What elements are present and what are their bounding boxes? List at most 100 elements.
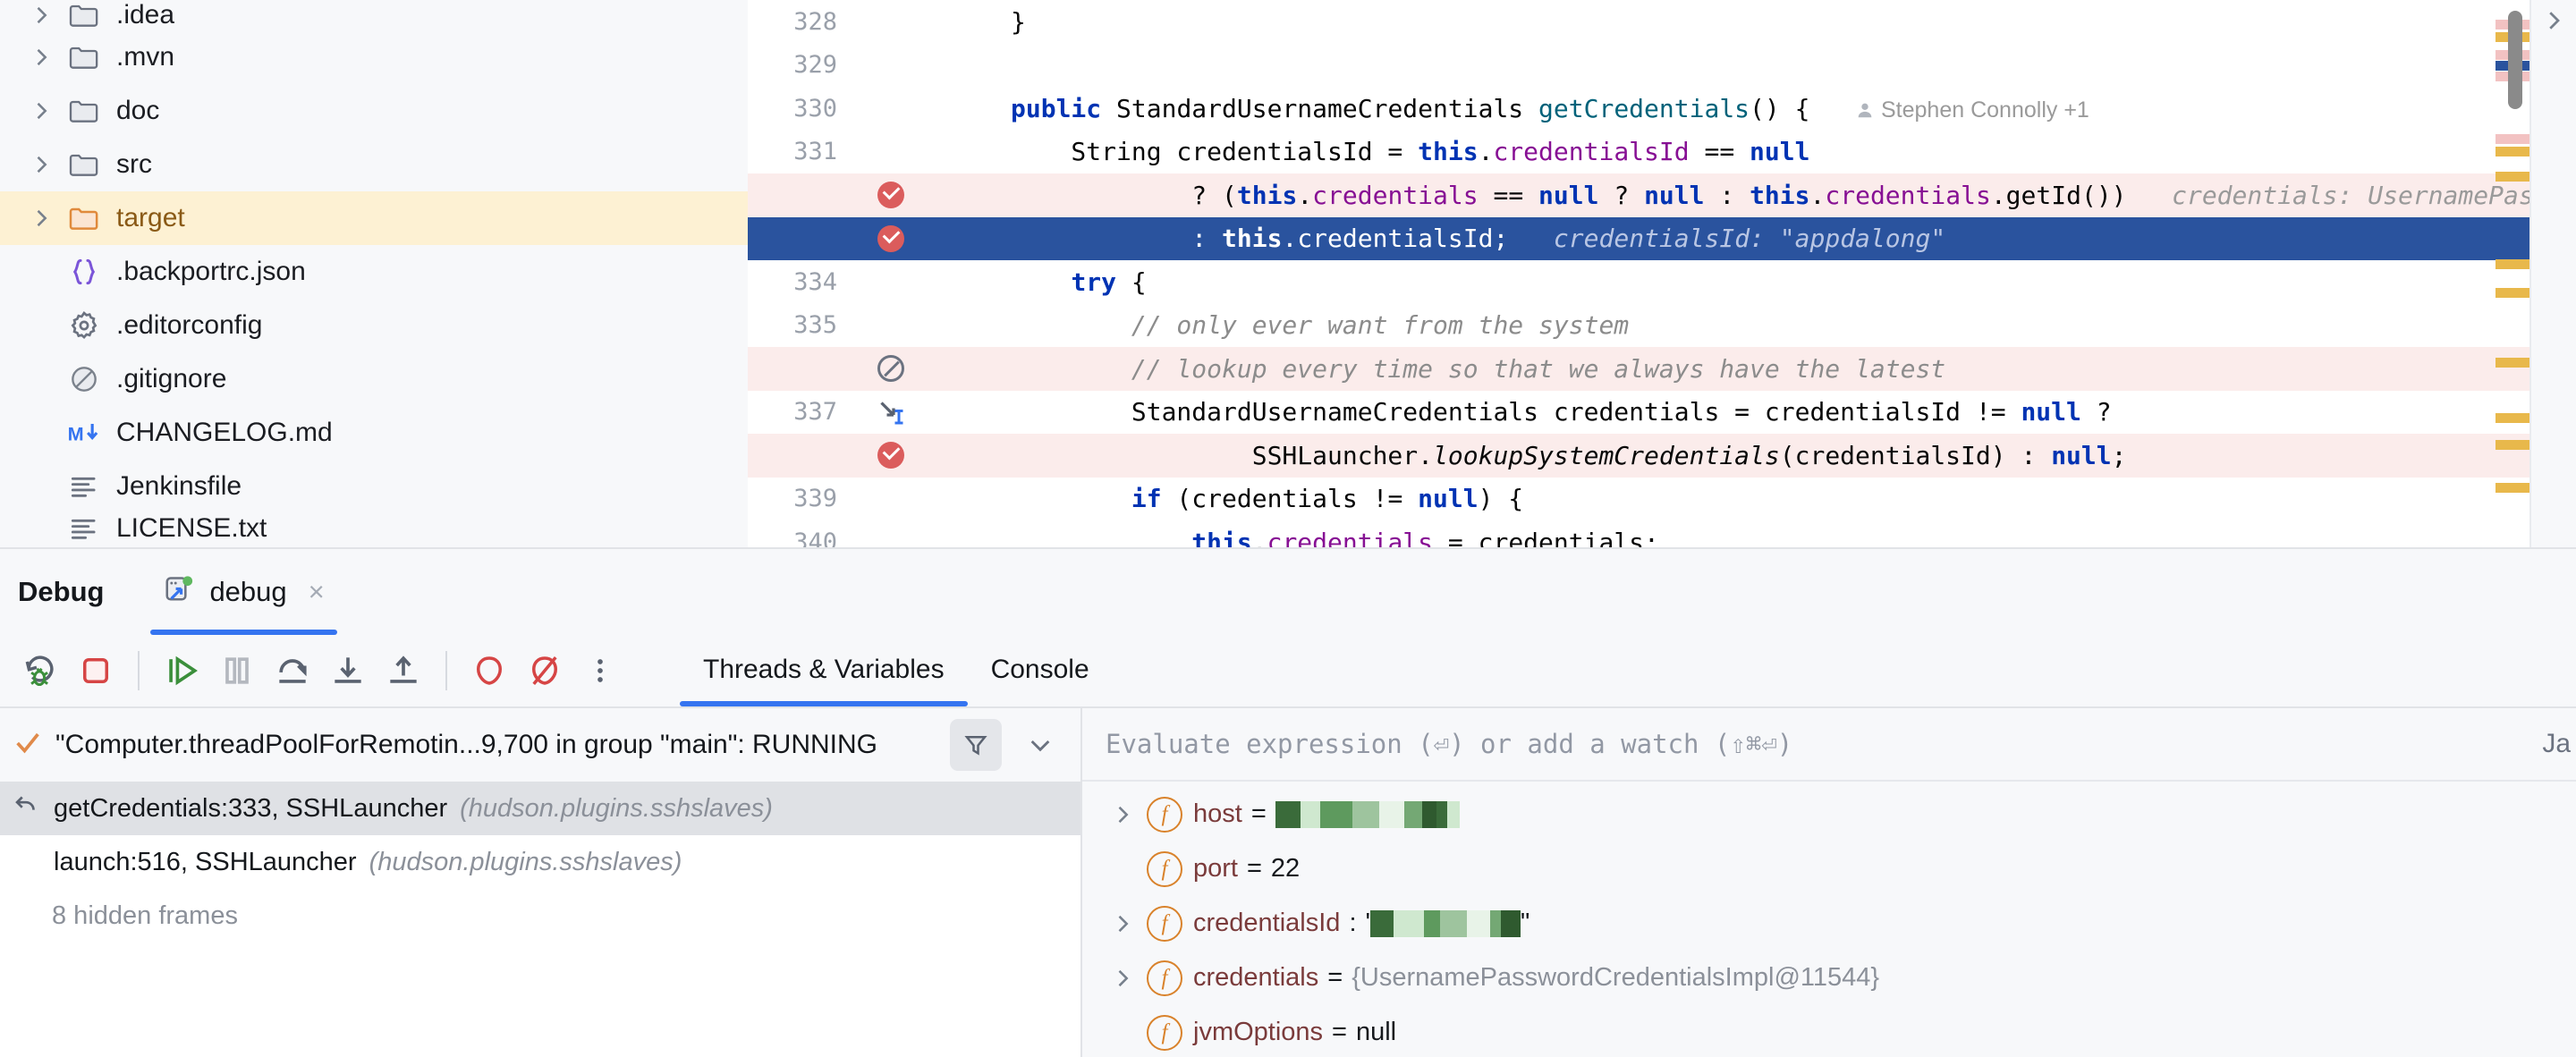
pause-button[interactable] — [209, 643, 265, 698]
editor-line[interactable]: 339 if (credentials != null) { — [748, 478, 2576, 521]
code-editor[interactable]: 328} 329 330 public StandardUsernameCredent… — [748, 0, 2576, 547]
stripe-mark-yellow[interactable] — [2496, 440, 2529, 450]
right-tool-rail[interactable] — [2529, 0, 2576, 547]
view-breakpoints-button[interactable] — [462, 643, 517, 698]
frames-list[interactable]: getCredentials:333, SSHLauncher (hudson.… — [0, 782, 1080, 1057]
variable-row[interactable]: f credentialsId: ' " — [1082, 896, 2576, 951]
stripe-mark-yellow[interactable] — [2496, 358, 2529, 368]
chevron-right-icon[interactable] — [1098, 802, 1147, 827]
chevron-right-icon[interactable] — [23, 3, 59, 28]
editor-line[interactable]: 340 this.credentials = credentials; — [748, 520, 2576, 547]
editor-line[interactable]: 335 // only ever want from the system — [748, 304, 2576, 348]
editor-line[interactable]: 334 try { — [748, 260, 2576, 304]
chevron-right-icon[interactable] — [23, 152, 59, 177]
tree-item-idea[interactable]: .idea — [0, 0, 748, 30]
stripe-mark-yellow[interactable] — [2496, 172, 2529, 182]
editor-scrollbar-thumb[interactable] — [2508, 11, 2522, 109]
tab-console[interactable]: Console — [968, 633, 1113, 706]
editor-line[interactable]: 337 StandardUsernameCredentials credenti… — [748, 391, 2576, 435]
step-over-button[interactable] — [265, 643, 320, 698]
tree-item-changelog-md[interactable]: M CHANGELOG.md — [0, 406, 748, 460]
expand-right-panel-icon[interactable] — [2540, 7, 2567, 547]
check-icon — [13, 728, 43, 763]
editor-line[interactable]: 330 public StandardUsernameCredentials ge… — [748, 87, 2576, 131]
tree-item-label: .backportrc.json — [116, 257, 306, 286]
thread-selector[interactable]: "Computer.threadPoolForRemotin...9,700 i… — [0, 708, 1080, 782]
code-token: ; — [2111, 440, 2127, 470]
code-text: // lookup every time so that we always h… — [1011, 354, 1945, 384]
text-lines-icon — [59, 512, 109, 545]
frame-list-item[interactable]: getCredentials:333, SSHLauncher (hudson.… — [0, 782, 1080, 835]
tree-item-src[interactable]: src — [0, 138, 748, 191]
jump-to-cursor-icon[interactable] — [857, 396, 925, 428]
variable-row[interactable]: f credentials = {UsernamePasswordCredential… — [1082, 951, 2576, 1005]
code-token: null — [1750, 137, 1810, 167]
code-token: . — [1251, 527, 1267, 547]
evaluate-expression-input[interactable]: Evaluate expression (⏎) or add a watch (… — [1082, 708, 2576, 782]
editor-line[interactable]: SSHLauncher.lookupSystemCredentials(cred… — [748, 434, 2576, 478]
editor-line[interactable]: 329 — [748, 44, 2576, 88]
chevron-right-icon[interactable] — [23, 206, 59, 231]
filter-icon[interactable] — [950, 719, 1002, 771]
stripe-mark-yellow[interactable] — [2496, 413, 2529, 423]
breakpoint-icon[interactable] — [857, 182, 925, 209]
editor-line[interactable]: // lookup every time so that we always h… — [748, 347, 2576, 391]
chevron-right-icon[interactable] — [1098, 911, 1147, 936]
step-out-button[interactable] — [376, 643, 431, 698]
breakpoint-icon[interactable] — [857, 224, 925, 252]
stop-button[interactable] — [68, 643, 123, 698]
editor-line[interactable]: 328} — [748, 0, 2576, 44]
code-token: .getId()) — [1990, 180, 2127, 210]
rerun-debug-button[interactable] — [13, 643, 68, 698]
debug-session-tab[interactable]: debug × — [150, 549, 337, 635]
code-token: credentials — [1825, 180, 1991, 210]
tree-item-doc[interactable]: doc — [0, 84, 748, 138]
debug-window-title: Debug — [18, 576, 105, 607]
variable-row[interactable]: f port = 22 — [1082, 841, 2576, 896]
tree-item-label: .idea — [116, 0, 175, 30]
editor-line[interactable]: 331 String credentialsId = this.credenti… — [748, 131, 2576, 174]
frame-return-icon — [11, 790, 41, 827]
chevron-right-icon[interactable] — [23, 45, 59, 70]
tree-item-target[interactable]: target — [0, 191, 748, 245]
more-options-button[interactable] — [572, 643, 628, 698]
tree-item-backportrc-json[interactable]: .backportrc.json — [0, 245, 748, 299]
muted-breakpoint-icon[interactable] — [857, 355, 925, 383]
tree-item-mvn[interactable]: .mvn — [0, 30, 748, 84]
tree-item-jenkinsfile[interactable]: Jenkinsfile — [0, 460, 748, 513]
variable-row[interactable]: f host = — [1082, 787, 2576, 841]
mute-breakpoints-button[interactable] — [517, 643, 572, 698]
debug-view-tabs[interactable]: Threads & Variables Console — [680, 635, 1113, 706]
code-token: this — [1750, 180, 1810, 210]
variable-row[interactable]: f jvmOptions = null — [1082, 1005, 2576, 1057]
tree-item-gitignore[interactable]: .gitignore — [0, 352, 748, 406]
close-icon[interactable]: × — [309, 576, 325, 608]
chevron-right-icon[interactable] — [23, 98, 59, 123]
stripe-mark-pink[interactable] — [2496, 134, 2529, 144]
chevron-right-icon[interactable] — [1098, 966, 1147, 991]
code-token: null — [1418, 484, 1479, 514]
tree-item-license-txt[interactable]: LICENSE.txt — [0, 513, 748, 544]
stripe-mark-yellow[interactable] — [2496, 147, 2529, 156]
text-lines-icon — [59, 469, 109, 503]
variables-list[interactable]: f host = f port = 22 f credentialsId: ' " f credenti… — [1082, 782, 2576, 1057]
step-into-button[interactable] — [320, 643, 376, 698]
project-tree[interactable]: .idea .mvn doc src target .backportrc.json .ed… — [0, 0, 748, 547]
quote-char: " — [1521, 909, 1530, 937]
stripe-mark-yellow[interactable] — [2496, 288, 2529, 298]
editor-line[interactable]: : this.credentialsId; credentialsId: "ap… — [748, 216, 2576, 260]
variable-operator: = — [1332, 1018, 1347, 1046]
stripe-mark-yellow[interactable] — [2496, 259, 2529, 269]
code-text: } — [1011, 7, 1026, 37]
tab-threads-variables[interactable]: Threads & Variables — [680, 633, 968, 706]
line-number: 339 — [793, 485, 837, 513]
editor-line[interactable]: ? (this.credentials == null ? null : thi… — [748, 173, 2576, 217]
debug-toolbar[interactable] — [0, 635, 680, 706]
resume-button[interactable] — [154, 643, 209, 698]
tree-item-editorconfig[interactable]: .editorconfig — [0, 299, 748, 352]
chevron-down-icon[interactable] — [1014, 719, 1066, 771]
frame-list-item[interactable]: launch:516, SSHLauncher (hudson.plugins.… — [0, 835, 1080, 889]
breakpoint-icon[interactable] — [857, 442, 925, 469]
stripe-mark-yellow[interactable] — [2496, 483, 2529, 493]
frame-list-item[interactable]: 8 hidden frames — [0, 889, 1080, 943]
